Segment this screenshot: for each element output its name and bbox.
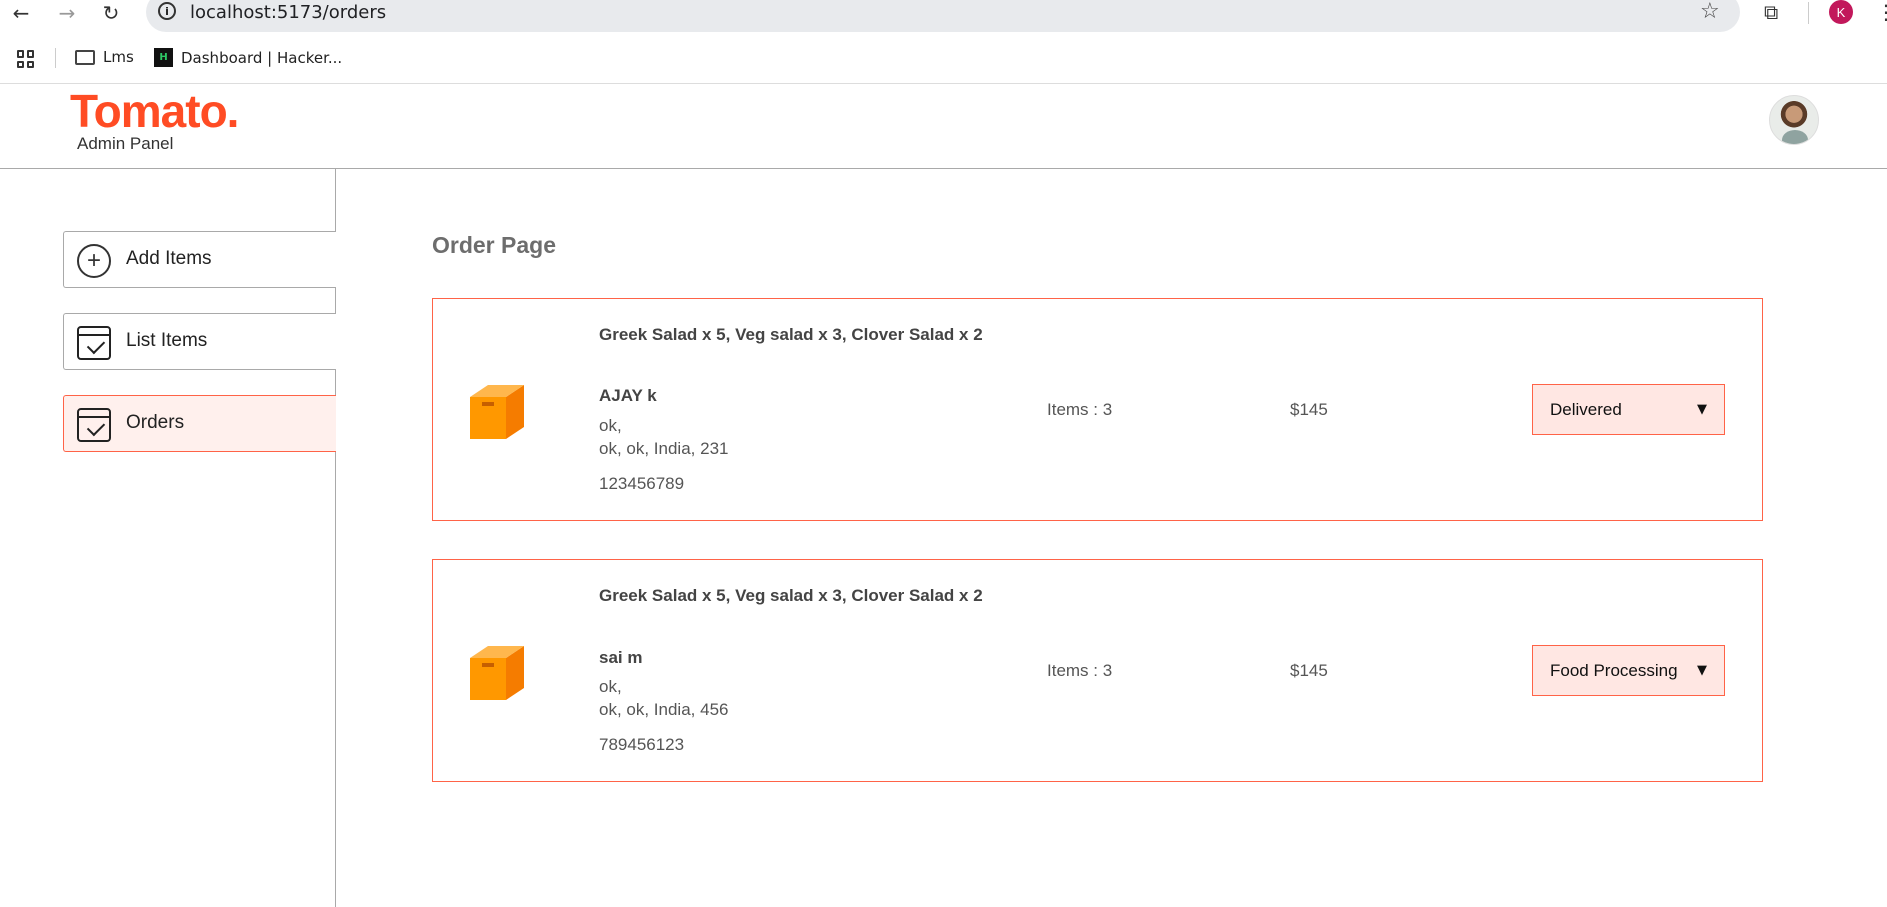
sidebar-item-label: Add Items xyxy=(126,248,212,269)
navbar-divider xyxy=(0,168,1887,169)
browser-toolbar: ← → ↻ i localhost:5173/orders ☆ ⧉ K ⋮ xyxy=(0,0,1887,34)
app-logo[interactable]: Tomato. xyxy=(70,84,239,138)
url-path: :5173/orders xyxy=(270,2,387,23)
sidebar-item-add-items[interactable]: + Add Items xyxy=(63,231,336,288)
forward-icon[interactable]: → xyxy=(53,0,81,26)
order-amount: $145 xyxy=(1290,661,1328,680)
url-text[interactable]: localhost:5173/orders xyxy=(190,2,386,23)
profile-avatar[interactable]: K xyxy=(1829,0,1853,24)
chrome-divider xyxy=(0,83,1887,84)
chevron-down-icon: ▼ xyxy=(1697,402,1707,417)
toolbar-divider xyxy=(1808,2,1809,24)
address-line-2: ok, ok, India, 231 xyxy=(599,439,729,458)
folder-icon xyxy=(75,49,95,65)
user-avatar[interactable] xyxy=(1769,95,1819,145)
apps-grid-icon[interactable] xyxy=(17,50,35,68)
calendar-check-icon xyxy=(77,326,111,360)
url-host: localhost xyxy=(190,2,271,23)
bookmarks-divider xyxy=(55,48,56,68)
back-icon[interactable]: ← xyxy=(7,0,35,26)
order-card: Greek Salad x 5, Veg salad x 3, Clover S… xyxy=(432,298,1763,521)
page-title: Order Page xyxy=(432,232,556,258)
parcel-box-icon xyxy=(470,385,524,439)
sidebar-item-list-items[interactable]: List Items xyxy=(63,313,336,370)
status-select[interactable]: Delivered ▼ xyxy=(1532,384,1725,435)
customer-phone: 123456789 xyxy=(599,474,685,493)
reload-icon[interactable]: ↻ xyxy=(97,0,125,26)
bookmark-label: Dashboard | Hacker... xyxy=(181,48,343,67)
chevron-down-icon: ▼ xyxy=(1697,663,1707,678)
parcel-box-icon xyxy=(470,646,524,700)
sidebar-item-label: List Items xyxy=(126,330,208,351)
customer-phone: 789456123 xyxy=(599,735,685,754)
customer-name: AJAY k xyxy=(599,386,657,405)
status-value: Delivered xyxy=(1550,399,1622,419)
bookmark-label: Lms xyxy=(103,48,134,66)
add-circle-icon: + xyxy=(77,244,111,278)
address-line-1: ok, xyxy=(599,416,622,435)
admin-panel-label: Admin Panel xyxy=(77,134,174,153)
customer-name: sai m xyxy=(599,648,643,667)
bookmark-lms[interactable]: Lms xyxy=(75,48,134,66)
status-select[interactable]: Food Processing ▼ xyxy=(1532,645,1725,696)
item-count: Items : 3 xyxy=(1047,661,1113,680)
sidebar-item-orders[interactable]: Orders xyxy=(63,395,336,452)
calendar-check-icon xyxy=(77,408,111,442)
status-value: Food Processing xyxy=(1550,660,1678,680)
hackerrank-icon: H xyxy=(154,48,173,67)
bookmark-star-icon[interactable]: ☆ xyxy=(1700,0,1720,24)
item-count: Items : 3 xyxy=(1047,400,1113,419)
bookmark-hackerrank[interactable]: H Dashboard | Hacker... xyxy=(154,48,342,67)
order-items: Greek Salad x 5, Veg salad x 3, Clover S… xyxy=(599,586,983,605)
order-card: Greek Salad x 5, Veg salad x 3, Clover S… xyxy=(432,559,1763,782)
site-info-icon[interactable]: i xyxy=(158,2,176,20)
order-items: Greek Salad x 5, Veg salad x 3, Clover S… xyxy=(599,325,983,344)
menu-icon[interactable]: ⋮ xyxy=(1876,0,1887,24)
sidebar-item-label: Orders xyxy=(126,412,185,433)
extensions-icon[interactable]: ⧉ xyxy=(1764,0,1778,24)
address-line-2: ok, ok, India, 456 xyxy=(599,700,729,719)
order-amount: $145 xyxy=(1290,400,1328,419)
address-line-1: ok, xyxy=(599,677,622,696)
